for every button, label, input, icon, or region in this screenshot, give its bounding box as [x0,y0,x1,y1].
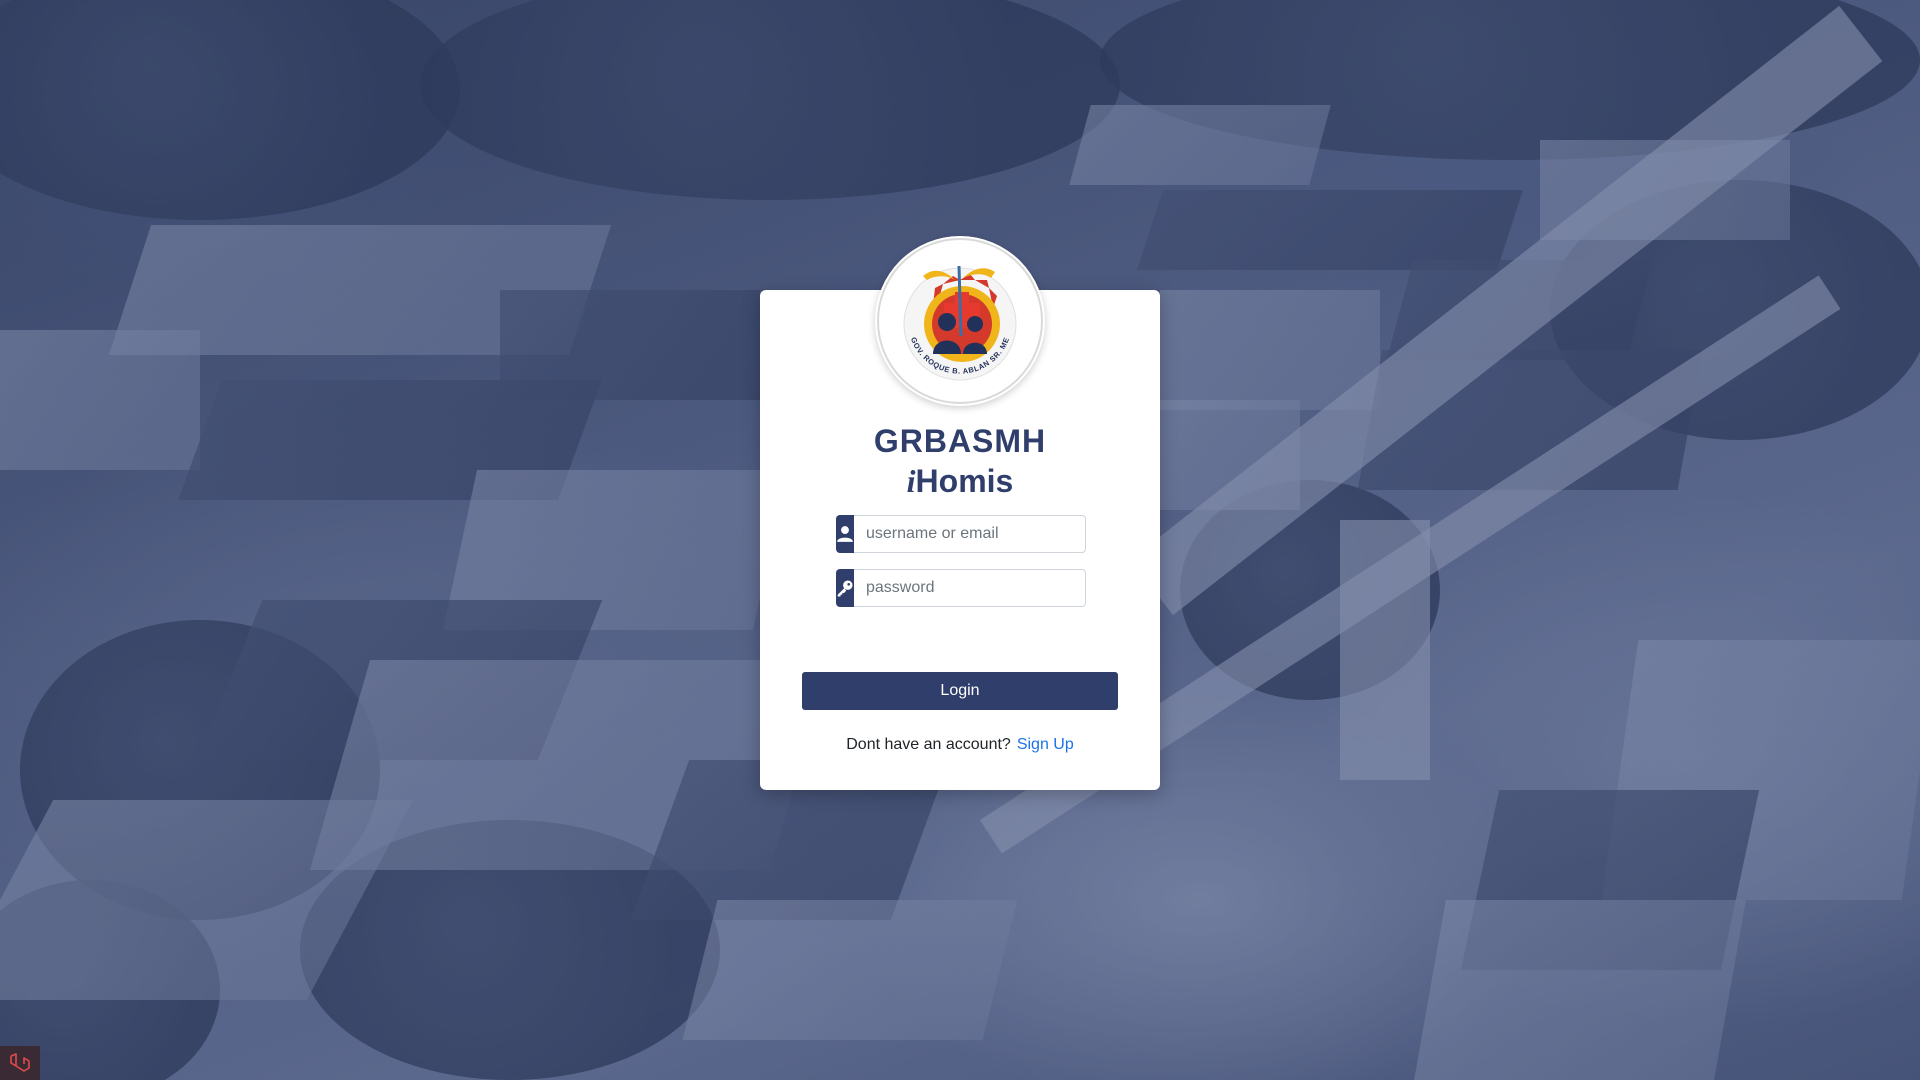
hospital-seal-logo: GOV. ROQUE B. ABLAN SR. MEMORIAL HOSPITA… [872,229,1045,406]
username-input-group [836,515,1086,553]
signup-row: Dont have an account? Sign Up [760,736,1160,754]
login-button[interactable]: Login [802,672,1118,710]
signup-link[interactable]: Sign Up [1017,736,1074,753]
laravel-icon[interactable] [0,1046,40,1080]
brand-title: GRBASMH [873,423,1047,459]
app-name-rest: Homis [915,463,1014,499]
hospital-seal-icon: GOV. ROQUE B. ABLAN SR. MEMORIAL HOSPITA… [872,229,1043,404]
signup-prompt: Dont have an account? [846,736,1011,753]
password-input-group [836,569,1086,607]
user-icon [836,515,854,553]
app-name-prefix: i [906,463,916,499]
key-icon [836,569,854,607]
password-field[interactable] [854,569,1086,607]
app-name: iHomis [760,463,1160,500]
username-field[interactable] [854,515,1086,553]
